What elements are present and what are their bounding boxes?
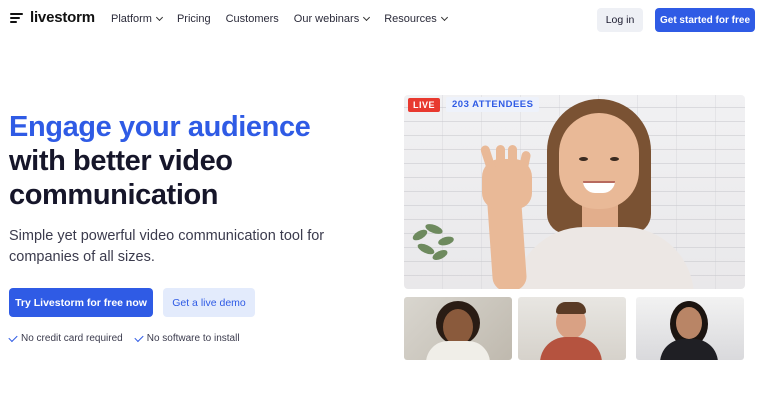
get-started-button[interactable]: Get started for free <box>655 8 755 32</box>
participant-hair <box>556 302 586 314</box>
main-menu: Platform Pricing Customers Our webinars … <box>111 13 448 25</box>
chevron-down-icon <box>363 13 371 22</box>
menu-item-label: Platform <box>111 13 152 25</box>
hero-title-line-3: communication <box>9 179 219 211</box>
attendee-count: 203 ATTENDEES <box>446 97 540 112</box>
brand-name: livestorm <box>30 9 95 26</box>
chevron-down-icon <box>440 13 448 22</box>
menu-item-platform[interactable]: Platform <box>111 13 164 25</box>
main-video-feed <box>404 95 745 289</box>
check-item: No software to install <box>134 332 240 344</box>
participant-shirt <box>426 341 490 360</box>
menu-item-pricing[interactable]: Pricing <box>177 13 211 25</box>
menu-item-our-webinars[interactable]: Our webinars <box>293 13 371 25</box>
live-status: LIVE 203 ATTENDEES <box>408 97 540 112</box>
menu-item-label: Our webinars <box>293 13 360 25</box>
waving-hand <box>479 144 532 209</box>
try-free-button[interactable]: Try Livestorm for free now <box>9 288 153 317</box>
plant-image <box>412 224 454 260</box>
presenter-eye <box>579 157 588 161</box>
finger <box>496 145 505 175</box>
checkmark-icon <box>8 332 18 342</box>
menu-item-customers[interactable]: Customers <box>226 13 279 25</box>
participant-face <box>676 307 702 339</box>
live-badge: LIVE <box>408 97 441 112</box>
participant-video-2 <box>518 297 626 360</box>
check-label: No credit card required <box>21 333 123 344</box>
login-button[interactable]: Log in <box>597 8 643 32</box>
presenter-face <box>559 113 639 209</box>
participant-video-3 <box>636 297 744 360</box>
hero-title: Engage your audience with better video c… <box>9 110 369 212</box>
top-nav: livestorm Platform Pricing Customers Our… <box>0 0 768 40</box>
livestorm-logo[interactable]: livestorm <box>10 9 95 26</box>
menu-item-label: Pricing <box>176 13 211 25</box>
check-label: No software to install <box>146 333 240 344</box>
participant-shirt <box>540 337 602 360</box>
menu-item-label: Resources <box>384 13 437 25</box>
finger <box>508 145 517 175</box>
menu-item-resources[interactable]: Resources <box>384 13 448 25</box>
menu-item-label: Customers <box>225 13 279 25</box>
presenter-eye <box>610 157 619 161</box>
chevron-down-icon <box>155 13 164 22</box>
check-item: No credit card required <box>8 332 123 344</box>
hero-title-accent: Engage your audience <box>9 111 311 143</box>
checkmark-icon <box>134 332 144 342</box>
participant-video-1 <box>404 297 512 360</box>
hero-title-line-2: with better video <box>9 145 233 177</box>
participant-face <box>443 309 473 345</box>
live-demo-button[interactable]: Get a live demo <box>163 288 255 317</box>
feature-checks: No credit card required No software to i… <box>8 332 240 344</box>
presenter-smile <box>583 181 615 193</box>
participant-shirt <box>660 339 718 360</box>
hero-subtitle: Simple yet powerful video communication … <box>9 228 325 265</box>
livestorm-logo-icon <box>10 11 24 25</box>
